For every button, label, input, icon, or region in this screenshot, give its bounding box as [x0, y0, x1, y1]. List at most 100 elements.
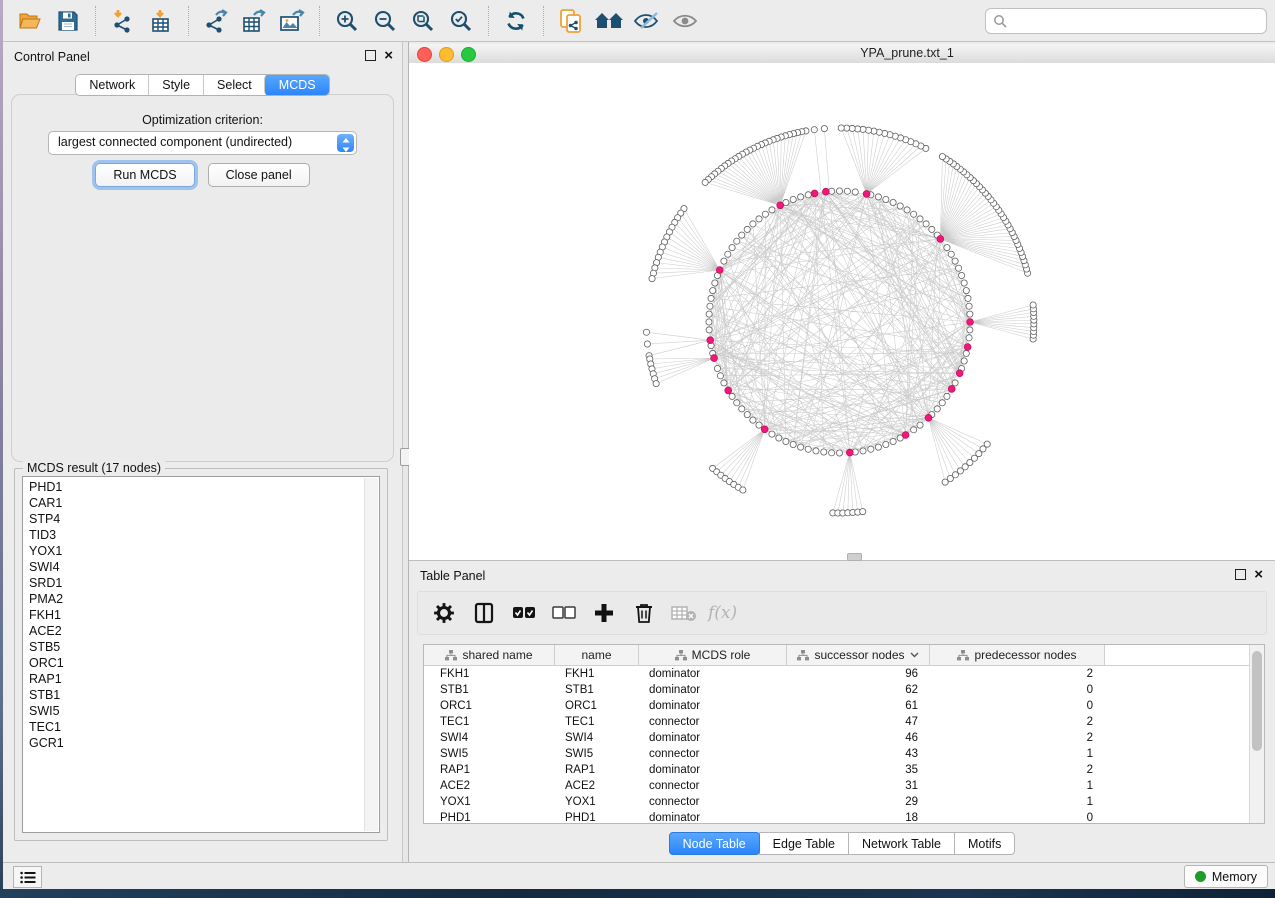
vertical-splitter[interactable]	[402, 42, 409, 862]
create-column-button[interactable]	[586, 596, 622, 630]
result-list-scrollbar[interactable]	[364, 478, 378, 831]
table-row[interactable]: RAP1RAP1dominator352	[424, 762, 1264, 778]
cell-mcds-role: connector	[639, 716, 787, 728]
hide-selection-button[interactable]	[628, 4, 666, 38]
close-table-panel-icon[interactable]: ×	[1254, 569, 1263, 580]
cell-successor-nodes: 43	[787, 748, 930, 760]
export-table-button[interactable]	[235, 4, 273, 38]
cell-mcds-role: dominator	[639, 668, 787, 680]
table-row[interactable]: YOX1YOX1connector291	[424, 794, 1264, 810]
column-layout-button[interactable]	[466, 596, 502, 630]
mcds-result-item[interactable]: STB1	[29, 687, 363, 703]
global-search[interactable]	[985, 8, 1267, 34]
table-row[interactable]: ACE2ACE2connector311	[424, 778, 1264, 794]
table-scrollbar[interactable]	[1249, 645, 1264, 823]
table-row[interactable]: SWI5SWI5connector431	[424, 746, 1264, 762]
node-table-body: FKH1FKH1dominator962STB1STB1dominator620…	[424, 666, 1264, 824]
zoom-out-button[interactable]	[366, 4, 404, 38]
mcds-result-item[interactable]: PMA2	[29, 591, 363, 607]
mcds-result-title: MCDS result (17 nodes)	[23, 461, 165, 475]
tab-select[interactable]: Select	[203, 75, 265, 95]
mcds-result-item[interactable]: PHD1	[29, 479, 363, 495]
tab-motifs[interactable]: Motifs	[954, 832, 1015, 855]
tab-mcds[interactable]: MCDS	[264, 74, 330, 96]
column-header-shared-name[interactable]: shared name	[424, 645, 555, 665]
tab-edge-table[interactable]: Edge Table	[759, 832, 849, 855]
mcds-result-item[interactable]: SRD1	[29, 575, 363, 591]
open-file-button[interactable]	[11, 4, 49, 38]
close-panel-button[interactable]: Close panel	[208, 163, 310, 187]
import-network-button[interactable]	[104, 4, 142, 38]
close-panel-icon[interactable]: ×	[384, 50, 393, 61]
mcds-result-item[interactable]: TEC1	[29, 719, 363, 735]
mcds-result-item[interactable]: SWI5	[29, 703, 363, 719]
mcds-result-item[interactable]: STP4	[29, 511, 363, 527]
clone-network-button[interactable]	[552, 4, 590, 38]
table-row[interactable]: FKH1FKH1dominator962	[424, 666, 1264, 682]
network-titlebar[interactable]: YPA_prune.txt_1	[409, 44, 1275, 64]
cell-name: PHD1	[555, 812, 639, 824]
mcds-result-item[interactable]: STB5	[29, 639, 363, 655]
export-image-button[interactable]	[273, 4, 311, 38]
cell-name: SWI4	[555, 732, 639, 744]
save-session-button[interactable]	[49, 4, 87, 38]
table-row[interactable]: TEC1TEC1connector472	[424, 714, 1264, 730]
float-panel-icon[interactable]	[365, 50, 376, 61]
float-table-panel-icon[interactable]	[1235, 569, 1246, 580]
node-table[interactable]: shared name name MCDS role	[423, 644, 1265, 824]
tab-network-table[interactable]: Network Table	[848, 832, 955, 855]
cell-mcds-role: dominator	[639, 684, 787, 696]
column-header-name[interactable]: name	[555, 645, 639, 665]
column-header-mcds-role[interactable]: MCDS role	[639, 645, 787, 665]
horizontal-splitter-grip[interactable]	[847, 553, 862, 561]
cell-mcds-role: dominator	[639, 764, 787, 776]
mcds-result-item[interactable]: SWI4	[29, 559, 363, 575]
import-table-button[interactable]	[142, 4, 180, 38]
gear-icon	[433, 602, 455, 624]
zoom-fit-button[interactable]	[404, 4, 442, 38]
deselect-all-button[interactable]	[546, 596, 582, 630]
table-scrollbar-thumb[interactable]	[1252, 651, 1262, 751]
double-home-button[interactable]	[590, 4, 628, 38]
network-canvas[interactable]	[409, 63, 1275, 560]
network-frame: YPA_prune.txt_1	[409, 44, 1275, 560]
refresh-view-button[interactable]	[497, 4, 535, 38]
network-window-title: YPA_prune.txt_1	[409, 46, 1275, 60]
table-row[interactable]: SWI4SWI4dominator462	[424, 730, 1264, 746]
task-history-button[interactable]	[13, 866, 42, 888]
node-table-header: shared name name MCDS role	[424, 645, 1264, 666]
mcds-result-item[interactable]: ORC1	[29, 655, 363, 671]
memory-button[interactable]: Memory	[1184, 865, 1268, 888]
table-settings-button[interactable]	[426, 596, 462, 630]
import-network-icon	[110, 9, 136, 33]
table-row[interactable]: PHD1PHD1dominator180	[424, 810, 1264, 824]
mcds-result-list[interactable]: PHD1CAR1STP4TID3YOX1SWI4SRD1PMA2FKH1ACE2…	[22, 476, 380, 833]
zoom-out-icon	[373, 9, 397, 33]
unchecked-boxes-icon	[552, 606, 576, 620]
mcds-result-item[interactable]: FKH1	[29, 607, 363, 623]
mcds-result-item[interactable]: ACE2	[29, 623, 363, 639]
column-header-predecessor-nodes[interactable]: predecessor nodes	[930, 645, 1105, 665]
tab-node-table[interactable]: Node Table	[669, 832, 760, 855]
zoom-in-button[interactable]	[328, 4, 366, 38]
criterion-select[interactable]: largest connected component (undirected)	[48, 131, 357, 155]
zoom-selected-button[interactable]	[442, 4, 480, 38]
show-eye-button[interactable]	[666, 4, 704, 38]
tab-network[interactable]: Network	[76, 75, 148, 95]
search-input[interactable]	[1007, 13, 1266, 29]
mcds-result-item[interactable]: TID3	[29, 527, 363, 543]
run-mcds-button[interactable]: Run MCDS	[95, 163, 194, 187]
mcds-result-item[interactable]: RAP1	[29, 671, 363, 687]
tab-style[interactable]: Style	[148, 75, 203, 95]
toolbar-separator	[543, 6, 544, 36]
mcds-result-item[interactable]: GCR1	[29, 735, 363, 751]
table-row[interactable]: ORC1ORC1dominator610	[424, 698, 1264, 714]
column-header-successor-nodes[interactable]: successor nodes	[787, 645, 930, 665]
table-row[interactable]: STB1STB1dominator620	[424, 682, 1264, 698]
export-network-button[interactable]	[197, 4, 235, 38]
cell-successor-nodes: 46	[787, 732, 930, 744]
mcds-result-item[interactable]: YOX1	[29, 543, 363, 559]
select-all-button[interactable]	[506, 596, 542, 630]
delete-column-button[interactable]	[626, 596, 662, 630]
mcds-result-item[interactable]: CAR1	[29, 495, 363, 511]
